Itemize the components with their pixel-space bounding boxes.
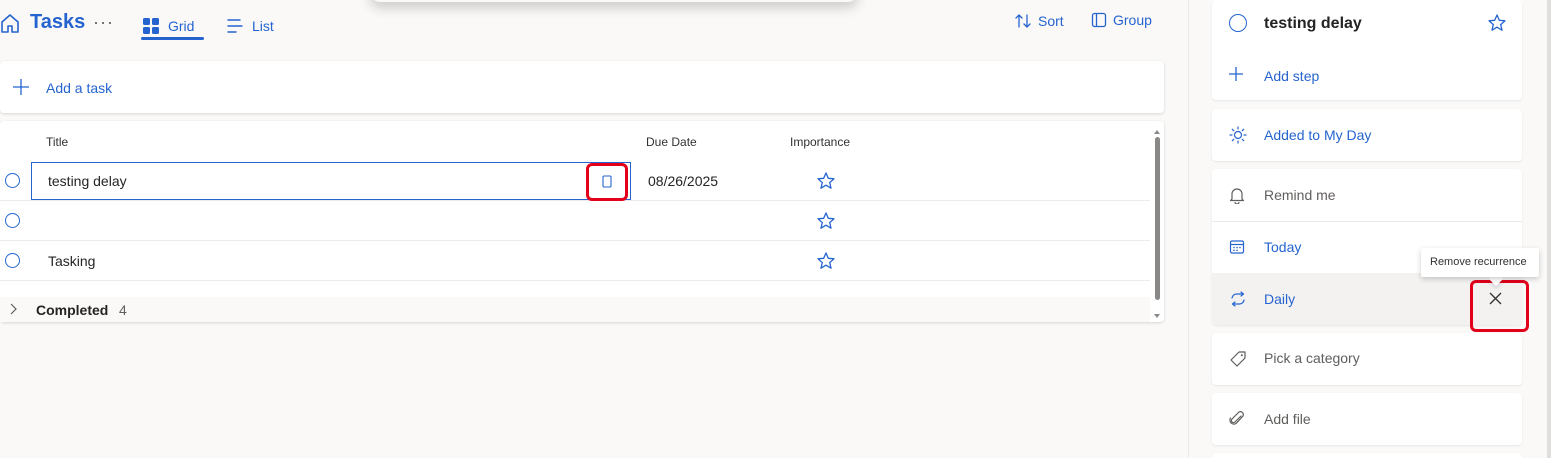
add-file-label: Add file <box>1264 411 1311 427</box>
list-icon <box>226 17 244 35</box>
task-due-date[interactable]: 08/26/2025 <box>648 173 718 189</box>
page-title: Tasks <box>30 11 86 33</box>
sort-icon <box>1014 12 1032 30</box>
remove-recurrence-tooltip: Remove recurrence <box>1421 248 1539 277</box>
complete-task-checkbox[interactable] <box>5 173 20 188</box>
chevron-right-icon <box>8 302 18 316</box>
column-header-due-date[interactable]: Due Date <box>646 135 697 149</box>
sort-label: Sort <box>1038 13 1064 29</box>
task-grid: Title Due Date Importance testing delay … <box>0 121 1164 322</box>
grid-icon <box>142 17 160 35</box>
highlight-frame <box>586 163 628 201</box>
completed-count: 4 <box>119 302 127 318</box>
my-day-label: Added to My Day <box>1264 127 1372 143</box>
tab-list-label: List <box>252 18 274 34</box>
group-button[interactable]: Group <box>1091 12 1152 28</box>
star-icon[interactable] <box>1487 13 1507 33</box>
paperclip-icon <box>1229 410 1245 428</box>
add-step-button[interactable]: Add step <box>1212 49 1522 101</box>
plus-icon <box>1228 66 1244 82</box>
column-header-title[interactable]: Title <box>46 135 68 149</box>
table-row[interactable]: testing delay 08/26/2025 <box>0 161 1150 201</box>
sun-icon <box>1229 126 1247 144</box>
more-options-button[interactable]: ··· <box>93 12 114 33</box>
star-icon[interactable] <box>816 211 836 231</box>
home-icon <box>0 12 21 34</box>
repeat-label: Daily <box>1264 291 1296 307</box>
complete-task-checkbox[interactable] <box>5 213 20 228</box>
tag-icon <box>1229 350 1247 368</box>
bell-icon <box>1229 186 1245 204</box>
grid-scrollbar[interactable] <box>1153 129 1161 319</box>
group-label: Group <box>1113 12 1152 28</box>
completed-group-header[interactable]: Completed 4 <box>0 297 1150 322</box>
completed-label: Completed <box>36 302 109 318</box>
scroll-down-icon[interactable] <box>1153 313 1161 319</box>
highlight-frame <box>1470 280 1529 332</box>
scroll-up-icon[interactable] <box>1153 129 1161 135</box>
tab-list-view[interactable]: List <box>226 11 274 41</box>
sort-button[interactable]: Sort <box>1014 12 1064 30</box>
note-card[interactable] <box>1212 453 1522 458</box>
pick-category-button[interactable]: Pick a category <box>1212 333 1522 385</box>
star-icon[interactable] <box>816 171 836 191</box>
calendar-icon <box>1229 239 1245 255</box>
add-step-label: Add step <box>1264 68 1320 84</box>
header-overlay-shadow <box>370 0 858 2</box>
task-title-text: Tasking <box>48 253 96 269</box>
scroll-thumb[interactable] <box>1155 137 1160 300</box>
task-title-text: testing delay <box>48 173 127 189</box>
added-to-my-day-button[interactable]: Added to My Day <box>1212 109 1522 161</box>
add-task-label: Add a task <box>46 80 113 96</box>
complete-task-checkbox[interactable] <box>1229 14 1247 32</box>
column-header-importance[interactable]: Importance <box>790 135 850 149</box>
detail-task-title[interactable]: testing delay <box>1264 15 1362 33</box>
remind-me-button[interactable]: Remind me <box>1212 169 1522 221</box>
add-file-button[interactable]: Add file <box>1212 393 1522 445</box>
add-task-bar[interactable]: Add a task <box>0 61 1164 113</box>
remind-me-label: Remind me <box>1264 187 1336 203</box>
repeat-icon <box>1229 291 1247 307</box>
complete-task-checkbox[interactable] <box>5 253 20 268</box>
star-icon[interactable] <box>816 251 836 271</box>
detail-pane-scrollbar[interactable] <box>1547 0 1551 458</box>
table-row[interactable]: Tasking <box>0 241 1150 281</box>
selected-tab-indicator <box>141 37 204 40</box>
group-icon <box>1091 12 1107 28</box>
table-row[interactable] <box>0 201 1150 241</box>
plus-icon <box>12 78 30 96</box>
pick-category-label: Pick a category <box>1264 350 1360 366</box>
due-date-label: Today <box>1264 239 1302 255</box>
tab-grid-label: Grid <box>168 18 195 34</box>
